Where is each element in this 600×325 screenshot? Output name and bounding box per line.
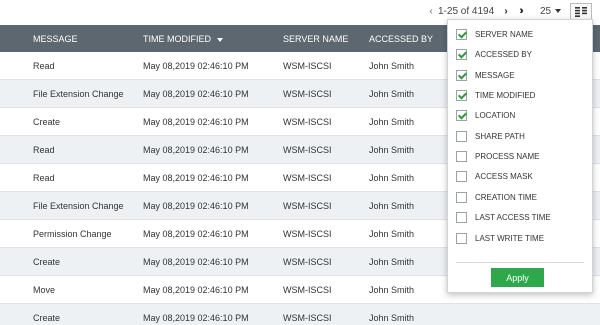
column-option-server-name[interactable]: SERVER NAME	[456, 27, 533, 41]
cell-time-modified: May 08,2019 02:46:10 PM	[143, 117, 249, 127]
cell-server-name: WSM-ISCSI	[283, 117, 332, 127]
column-option-last-write-time[interactable]: LAST WRITE TIME	[456, 231, 544, 245]
cell-accessed-by: John Smith	[369, 89, 415, 99]
checkbox-unchecked[interactable]	[456, 150, 467, 162]
cell-message: Read	[33, 145, 55, 155]
column-option-process-name[interactable]: PROCESS NAME	[456, 149, 539, 163]
cell-server-name: WSM-ISCSI	[283, 89, 332, 99]
column-option-label: ACCESS MASK	[475, 171, 533, 181]
cell-server-name: WSM-ISCSI	[283, 61, 332, 71]
column-option-label: CREATION TIME	[475, 192, 537, 202]
divider	[456, 262, 584, 263]
cell-accessed-by: John Smith	[369, 201, 415, 211]
checkbox-checked[interactable]	[456, 48, 467, 60]
column-option-last-access-time[interactable]: LAST ACCESS TIME	[456, 210, 551, 224]
column-option-label: LAST WRITE TIME	[475, 233, 545, 243]
column-option-label: SHARE PATH	[475, 131, 525, 141]
sort-desc-icon	[217, 37, 223, 42]
cell-time-modified: May 08,2019 02:46:10 PM	[143, 313, 249, 323]
cell-accessed-by: John Smith	[369, 229, 415, 239]
cell-time-modified: May 08,2019 02:46:10 PM	[143, 89, 249, 99]
cell-server-name: WSM-ISCSI	[283, 145, 332, 155]
cell-accessed-by: John Smith	[369, 117, 415, 127]
cell-time-modified: May 08,2019 02:46:10 PM	[143, 285, 249, 295]
column-option-label: LOCATION	[475, 110, 516, 120]
cell-message: Read	[33, 61, 55, 71]
cell-accessed-by: John Smith	[369, 285, 415, 295]
column-option-label: LAST ACCESS TIME	[475, 212, 551, 222]
pagination-range: 1-25 of 4194	[438, 5, 495, 17]
checkbox-checked[interactable]	[456, 89, 467, 101]
column-option-label: MESSAGE	[475, 70, 515, 80]
apply-button[interactable]: Apply	[491, 268, 544, 287]
cell-server-name: WSM-ISCSI	[283, 313, 332, 323]
column-option-location[interactable]: LOCATION	[456, 108, 515, 122]
cell-message: Move	[33, 285, 56, 295]
columns-icon	[575, 6, 587, 17]
page-size-select[interactable]: 25	[540, 4, 562, 18]
column-option-access-mask[interactable]: ACCESS MASK	[456, 169, 533, 183]
cell-time-modified: May 08,2019 02:46:10 PM	[143, 61, 249, 71]
column-option-share-path[interactable]: SHARE PATH	[456, 129, 525, 143]
chevron-down-icon	[555, 9, 562, 13]
cell-message: Create	[33, 257, 61, 267]
column-option-creation-time[interactable]: CREATION TIME	[456, 190, 537, 204]
column-header-server-name[interactable]: SERVER NAME	[283, 34, 348, 44]
page-size-value: 25	[540, 5, 552, 17]
cell-accessed-by: John Smith	[369, 313, 415, 323]
cell-time-modified: May 08,2019 02:46:10 PM	[143, 173, 249, 183]
cell-server-name: WSM-ISCSI	[283, 285, 332, 295]
cell-message: File Extension Change	[33, 89, 124, 99]
cell-message: Permission Change	[33, 229, 112, 239]
column-option-message[interactable]: MESSAGE	[456, 68, 515, 82]
column-option-label: ACCESSED BY	[475, 49, 532, 59]
cell-time-modified: May 08,2019 02:46:10 PM	[143, 257, 249, 267]
checkbox-checked[interactable]	[456, 109, 467, 121]
cell-message: Create	[33, 313, 61, 323]
column-option-accessed-by[interactable]: ACCESSED BY	[456, 47, 532, 61]
column-chooser-button[interactable]	[570, 3, 592, 20]
column-header-time-modified[interactable]: TIME MODIFIED	[143, 34, 223, 44]
cell-message: File Extension Change	[33, 201, 124, 211]
table-row[interactable]: Create May 08,2019 02:46:10 PM WSM-ISCSI…	[0, 304, 600, 325]
cell-time-modified: May 08,2019 02:46:10 PM	[143, 229, 249, 239]
checkbox-unchecked[interactable]	[456, 191, 467, 203]
checkbox-unchecked[interactable]	[456, 232, 467, 244]
checkbox-checked[interactable]	[456, 69, 467, 81]
chevron-left-icon[interactable]: ‹	[427, 4, 435, 18]
column-header-message[interactable]: MESSAGE	[33, 34, 78, 44]
cell-accessed-by: John Smith	[369, 257, 415, 267]
cell-message: Create	[33, 117, 61, 127]
cell-server-name: WSM-ISCSI	[283, 201, 332, 211]
cell-server-name: WSM-ISCSI	[283, 229, 332, 239]
column-option-label: TIME MODIFIED	[475, 90, 536, 100]
cell-accessed-by: John Smith	[369, 61, 415, 71]
column-option-time-modified[interactable]: TIME MODIFIED	[456, 88, 535, 102]
chevron-right-icon[interactable]: ›	[501, 4, 511, 18]
checkbox-unchecked[interactable]	[456, 130, 467, 142]
column-option-label: PROCESS NAME	[475, 151, 540, 161]
column-chooser-panel: SERVER NAME ACCESSED BY MESSAGE TIME MOD…	[447, 19, 593, 293]
checkbox-unchecked[interactable]	[456, 211, 467, 223]
column-option-label: SERVER NAME	[475, 29, 534, 39]
cell-server-name: WSM-ISCSI	[283, 257, 332, 267]
column-header-label: TIME MODIFIED	[143, 34, 211, 44]
cell-accessed-by: John Smith	[369, 173, 415, 183]
cell-message: Read	[33, 173, 55, 183]
cell-accessed-by: John Smith	[369, 145, 415, 155]
cell-server-name: WSM-ISCSI	[283, 173, 332, 183]
checkbox-unchecked[interactable]	[456, 170, 467, 182]
double-chevron-right-icon[interactable]: ››	[513, 4, 527, 18]
column-header-accessed-by[interactable]: ACCESSED BY	[369, 34, 433, 44]
cell-time-modified: May 08,2019 02:46:10 PM	[143, 145, 249, 155]
checkbox-checked[interactable]	[456, 28, 467, 40]
cell-time-modified: May 08,2019 02:46:10 PM	[143, 201, 249, 211]
